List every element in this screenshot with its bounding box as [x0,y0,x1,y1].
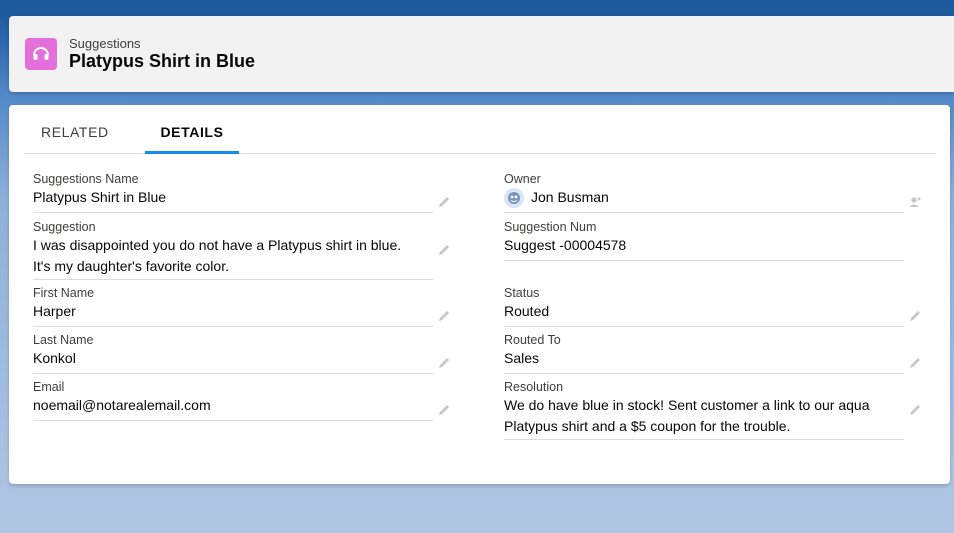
field-divider [33,212,433,213]
field-label: Suggestion [33,220,96,234]
owner-link[interactable]: Jon Busman [531,187,609,208]
owner-row: Jon Busman [504,187,904,208]
field-email: Email noemail@notarealemail.com [33,380,433,421]
avatar[interactable] [504,187,524,208]
pencil-icon[interactable] [437,243,451,257]
field-label: Email [33,380,65,394]
field-divider [504,260,904,261]
tab-bar: RELATED DETAILS [24,105,936,154]
field-divider [504,373,904,374]
email-link[interactable]: noemail@notarealemail.com [33,395,433,416]
top-background-strip [0,0,954,16]
field-value: Platypus Shirt in Blue [33,189,167,205]
field-owner: Owner Jon Busman [504,172,904,213]
field-resolution: Resolution We do have blue in stock! Sen… [504,380,904,440]
tab-related[interactable]: RELATED [41,105,109,151]
field-value-line1: I was disappointed you do not have a Pla… [33,237,402,253]
object-label: Suggestions [69,36,141,51]
field-value: Sales [504,350,540,366]
field-value: Suggest -00004578 [504,237,627,253]
field-value: Konkol [33,350,76,366]
field-label: Suggestions Name [33,172,139,186]
field-first-name: First Name Harper [33,286,433,327]
field-suggestions-name: Suggestions Name Platypus Shirt in Blue [33,172,433,213]
field-label: Status [504,286,540,300]
field-value-line2: Platypus shirt and a $5 coupon for the t… [504,418,791,434]
pencil-icon[interactable] [908,356,922,370]
field-divider [33,373,433,374]
pencil-icon[interactable] [908,309,922,323]
field-label: Owner [504,172,541,186]
pencil-icon[interactable] [908,403,922,417]
field-suggestion-num: Suggestion Num Suggest -00004578 [504,220,904,261]
field-last-name: Last Name Konkol [33,333,433,374]
field-label: Last Name [33,333,94,347]
field-label: Suggestion Num [504,220,597,234]
field-divider [33,420,433,421]
page-title: Platypus Shirt in Blue [69,51,256,71]
field-value-line1: We do have blue in stock! Sent customer … [504,397,870,413]
field-value: Routed [504,303,550,319]
field-divider [504,326,904,327]
field-status: Status Routed [504,286,904,327]
field-divider [504,439,904,440]
field-divider [504,212,904,213]
tab-details[interactable]: DETAILS [145,105,239,154]
pencil-icon[interactable] [437,309,451,323]
field-label: Resolution [504,380,564,394]
field-value-line2: It's my daughter's favorite color. [33,258,229,274]
pencil-icon[interactable] [437,356,451,370]
field-value: Harper [33,303,76,319]
record-detail-card: RELATED DETAILS Suggestions Name Platypu… [9,105,950,484]
pencil-icon[interactable] [437,403,451,417]
field-suggestion: Suggestion I was disappointed you do not… [33,220,433,280]
field-label: First Name [33,286,95,300]
field-divider [33,326,433,327]
field-label: Routed To [504,333,561,347]
field-divider [33,279,433,280]
headset-icon [25,38,57,70]
pencil-icon[interactable] [437,195,451,209]
change-owner-icon[interactable] [908,195,922,209]
record-header: Suggestions Platypus Shirt in Blue [9,16,954,92]
field-routed-to: Routed To Sales [504,333,904,374]
